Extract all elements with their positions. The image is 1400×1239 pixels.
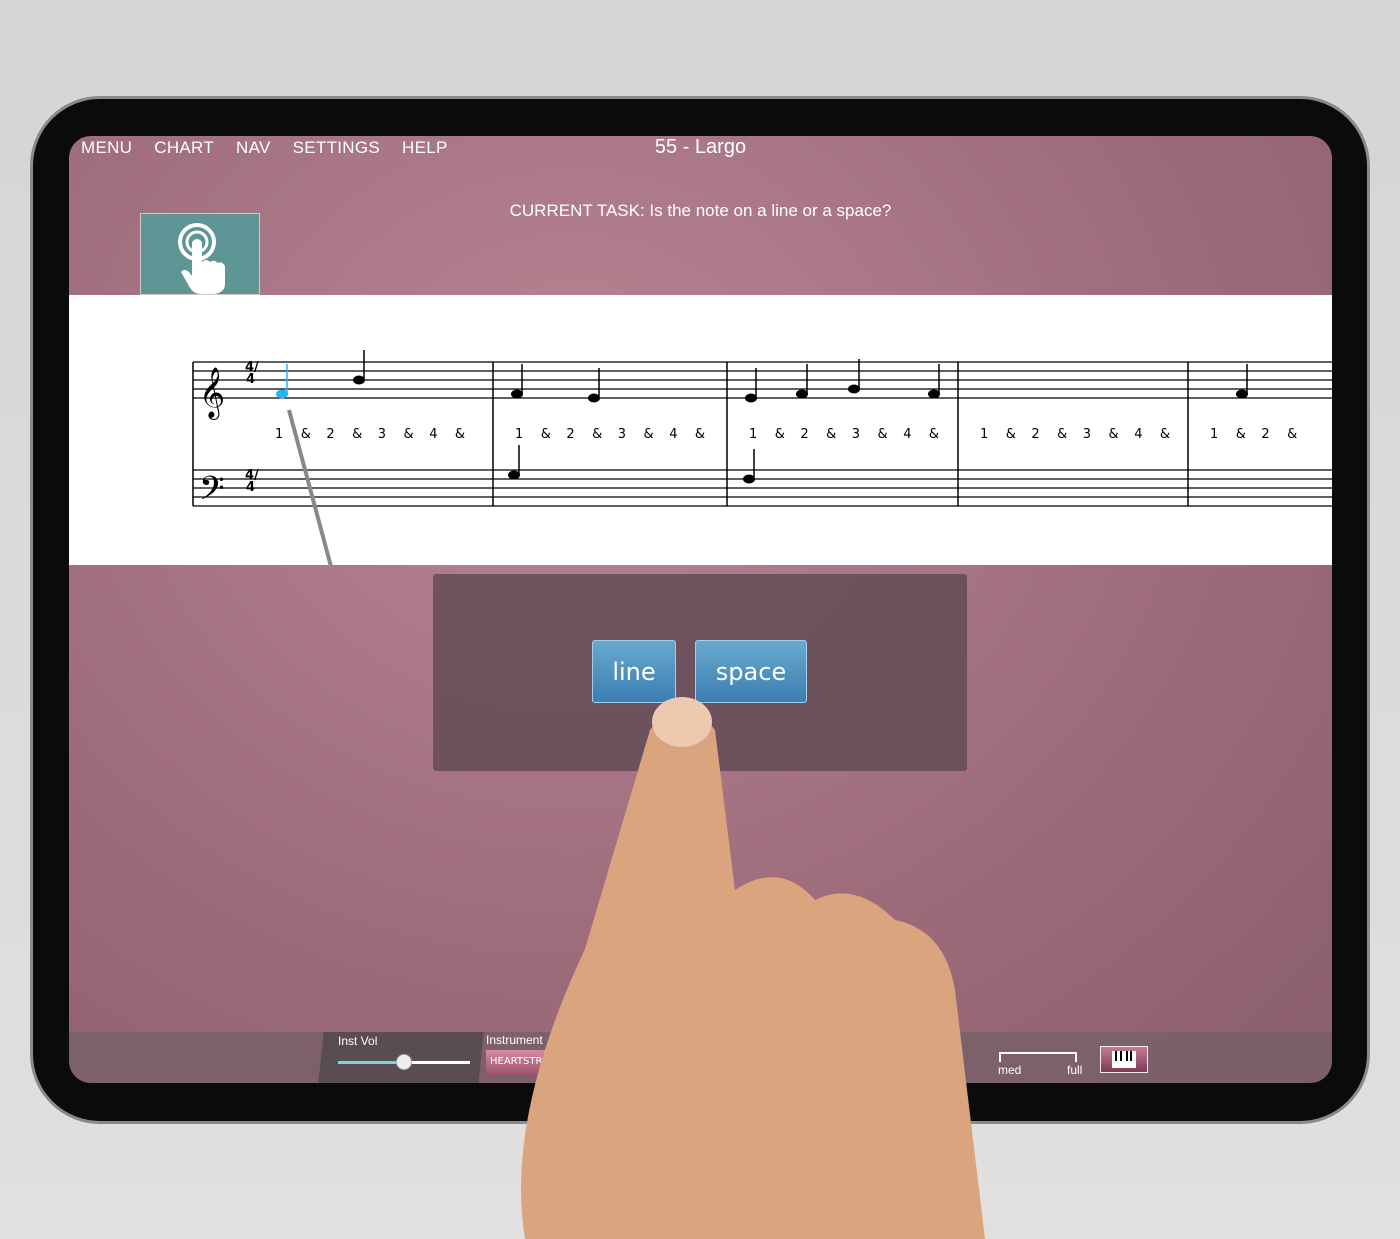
finger-hand	[521, 697, 985, 1239]
